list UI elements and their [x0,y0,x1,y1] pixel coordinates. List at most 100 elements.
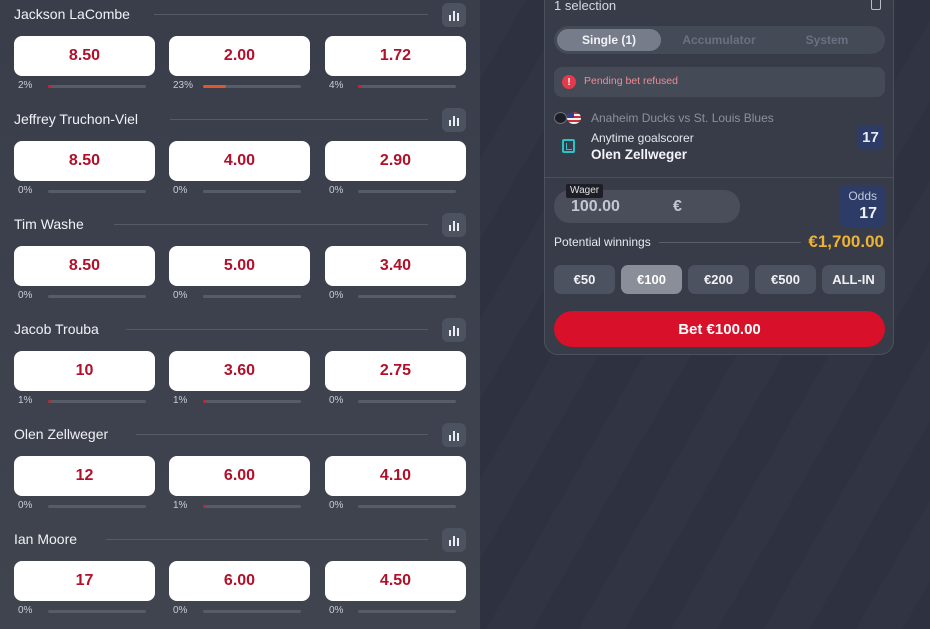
winnings-divider [659,242,801,243]
odds-row: 8.50 2.00 1.72 [14,36,466,76]
bet-share-bar [358,400,456,403]
odds-button[interactable]: 12 [14,456,155,496]
player-name: Jacob Trouba [14,321,99,337]
bet-share-bar [203,400,301,403]
market-row: Jacob Trouba 10 3.60 2.75 1% 1% 0% [0,318,480,423]
header-divider [170,119,428,120]
odds-value: 17 [859,205,877,222]
bet-share-row: 0% 1% 0% [18,500,466,512]
bet-share-percent: 0% [329,605,344,616]
odds-button[interactable]: 5.00 [169,246,310,286]
stats-chart-icon[interactable] [442,3,466,27]
tab-single[interactable]: Single (1) [557,29,661,51]
stats-chart-icon[interactable] [442,213,466,237]
bet-share-bar [203,505,301,508]
tab-system[interactable]: System [775,29,879,51]
bet-share-percent: 1% [173,395,188,406]
odds-button[interactable]: 6.00 [169,456,310,496]
goal-net-icon [562,139,575,153]
market-row: Jackson LaCombe 8.50 2.00 1.72 2% 23% 4% [0,3,480,108]
odds-row: 10 3.60 2.75 [14,351,466,391]
stake-50-button[interactable]: €50 [554,265,615,294]
odds-button[interactable]: 17 [14,561,155,601]
wager-value: 100.00 [571,198,620,215]
odds-button[interactable]: 2.90 [325,141,466,181]
header-divider [126,329,428,330]
bet-share-bar [48,85,146,88]
bet-share-percent: 0% [173,185,188,196]
bet-share-percent: 0% [18,185,33,196]
wager-currency: € [673,198,682,215]
bet-share-bar [203,295,301,298]
odds-button[interactable]: 4.10 [325,456,466,496]
bet-share-fill [48,85,51,88]
place-bet-button[interactable]: Bet €100.00 [554,311,885,347]
player-header: Jeffrey Truchon-Viel [14,108,466,132]
stake-all-in-button[interactable]: ALL-IN [822,265,885,294]
betslip-title: 1 selection [554,0,617,13]
stake-200-button[interactable]: €200 [688,265,749,294]
odds-button[interactable]: 8.50 [14,246,155,286]
betslip: 1 selection Single (1) Accumulator Syste… [544,0,894,355]
bet-share-bar [358,505,456,508]
bet-share-bar [358,85,456,88]
bet-share-bar [48,400,146,403]
stats-chart-icon[interactable] [442,528,466,552]
potential-winnings-label: Potential winnings [554,235,651,249]
odds-row: 8.50 5.00 3.40 [14,246,466,286]
stats-chart-icon[interactable] [442,423,466,447]
divider [545,177,893,178]
bet-share-fill [358,85,362,88]
bet-share-fill [203,400,206,403]
player-markets-list: Jackson LaCombe 8.50 2.00 1.72 2% 23% 4% Jeffre… [0,0,480,629]
selection-market: Anytime goalscorer [591,131,694,145]
odds-button[interactable]: 4.50 [325,561,466,601]
player-name: Tim Washe [14,216,84,232]
trash-icon[interactable] [871,0,881,10]
bet-share-bar [358,190,456,193]
odds-button[interactable]: 3.60 [169,351,310,391]
bet-share-row: 1% 1% 0% [18,395,466,407]
odds-button[interactable]: 1.72 [325,36,466,76]
player-name: Jackson LaCombe [14,6,130,22]
ducks-logo-icon [554,112,567,124]
bet-share-row: 0% 0% 0% [18,185,466,197]
market-row: Ian Moore 17 6.00 4.50 0% 0% 0% [0,528,480,629]
stake-500-button[interactable]: €500 [755,265,816,294]
bet-share-row: 0% 0% 0% [18,605,466,617]
player-name: Jeffrey Truchon-Viel [14,111,138,127]
bet-share-percent: 0% [329,395,344,406]
bet-share-percent: 0% [329,500,344,511]
odds-button[interactable]: 2.00 [169,36,310,76]
bet-share-percent: 0% [329,290,344,301]
odds-button[interactable]: 8.50 [14,36,155,76]
tab-accumulator[interactable]: Accumulator [667,29,771,51]
bet-share-percent: 1% [173,500,188,511]
potential-winnings-value: €1,700.00 [808,232,884,251]
stats-chart-icon[interactable] [442,108,466,132]
player-header: Jacob Trouba [14,318,466,342]
stake-100-button[interactable]: €100 [621,265,682,294]
market-row: Tim Washe 8.50 5.00 3.40 0% 0% 0% [0,213,480,318]
bet-refused-alert: ! Pending bet refused [554,67,885,97]
bet-type-tabs: Single (1) Accumulator System [554,26,885,54]
odds-button[interactable]: 6.00 [169,561,310,601]
bet-share-bar [203,190,301,193]
wager-input[interactable]: Wager 100.00 € [554,184,740,223]
refused-message: Pending bet refused [584,75,678,87]
player-header: Ian Moore [14,528,466,552]
bet-share-bar [203,85,301,88]
bet-share-bar [48,610,146,613]
odds-button[interactable]: 4.00 [169,141,310,181]
odds-label: Odds [848,189,877,203]
bet-share-percent: 0% [173,290,188,301]
alert-icon: ! [562,75,576,89]
odds-button[interactable]: 3.40 [325,246,466,286]
usa-flag-icon [567,112,581,124]
bet-share-fill [203,85,226,88]
bet-share-bar [48,505,146,508]
odds-button[interactable]: 2.75 [325,351,466,391]
stats-chart-icon[interactable] [442,318,466,342]
odds-button[interactable]: 8.50 [14,141,155,181]
odds-button[interactable]: 10 [14,351,155,391]
